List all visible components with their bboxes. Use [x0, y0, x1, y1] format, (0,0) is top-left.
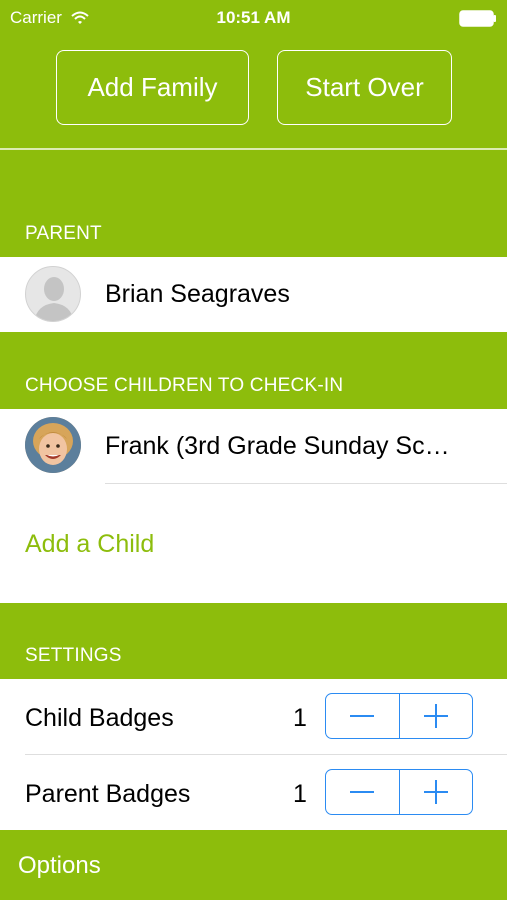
- add-family-button[interactable]: Add Family: [56, 50, 249, 125]
- minus-icon: [350, 715, 375, 717]
- child-badges-decrement-button[interactable]: [326, 694, 399, 738]
- parent-badges-increment-button[interactable]: [398, 770, 473, 814]
- parent-badges-label: Parent Badges: [25, 780, 191, 808]
- settings-section-header: SETTINGS: [25, 645, 122, 666]
- child-badges-value: 1: [293, 704, 307, 732]
- header-actions: Add Family Start Over: [0, 50, 507, 126]
- child-photo: [25, 417, 81, 473]
- parent-avatar: [25, 266, 81, 322]
- children-section-header: CHOOSE CHILDREN TO CHECK-IN: [25, 375, 344, 396]
- options-button[interactable]: Options: [18, 852, 101, 880]
- clock: 10:51 AM: [216, 8, 291, 27]
- child-row[interactable]: Frank (3rd Grade Sunday Sc…: [0, 409, 507, 484]
- child-badges-increment-button[interactable]: [398, 694, 473, 738]
- settings-row-divider: [25, 754, 507, 755]
- children-list: Frank (3rd Grade Sunday Sc… Add a Child: [0, 409, 507, 603]
- start-over-button[interactable]: Start Over: [277, 50, 452, 125]
- parent-row[interactable]: Brian Seagraves: [0, 257, 507, 332]
- battery-icon: [459, 10, 496, 27]
- parent-badges-value: 1: [293, 780, 307, 808]
- parent-badges-decrement-button[interactable]: [326, 770, 399, 814]
- child-badges-label: Child Badges: [25, 704, 174, 732]
- child-avatar: [25, 417, 81, 473]
- options-bar[interactable]: Options: [0, 830, 507, 900]
- parent-badges-stepper: [325, 769, 473, 815]
- plus-icon: [423, 780, 448, 804]
- parent-section-header: PARENT: [25, 223, 102, 244]
- child-badges-stepper: [325, 693, 473, 739]
- status-bar: Carrier 10:51 AM: [0, 0, 507, 38]
- person-placeholder-icon: [34, 277, 74, 321]
- parent-name: Brian Seagraves: [105, 280, 290, 308]
- child-label: Frank (3rd Grade Sunday Sc…: [105, 432, 450, 460]
- add-child-button[interactable]: Add a Child: [25, 530, 154, 559]
- header-divider: [0, 148, 507, 150]
- minus-icon: [350, 791, 375, 793]
- child-row-divider: [105, 483, 507, 484]
- plus-icon: [423, 704, 448, 728]
- settings-list: Child Badges 1 Parent Badges 1: [0, 679, 507, 830]
